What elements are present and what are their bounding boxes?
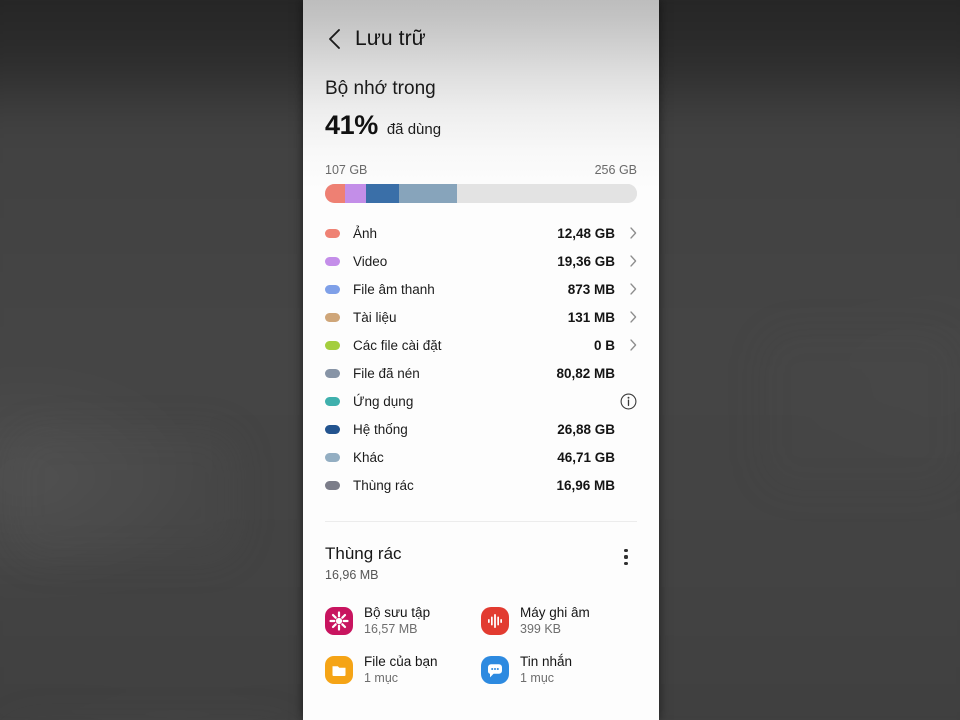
category-row[interactable]: Ảnh 12,48 GB bbox=[325, 219, 637, 247]
bar-segment-video bbox=[344, 184, 367, 203]
category-size: 19,36 GB bbox=[557, 253, 615, 269]
trash-app-item[interactable]: Tin nhắn 1 mục bbox=[481, 654, 637, 685]
voice-recorder-icon bbox=[481, 606, 509, 635]
trash-app-name: Bộ sưu tập bbox=[364, 605, 431, 620]
category-color-dot bbox=[325, 452, 340, 462]
category-color-dot bbox=[325, 368, 340, 378]
bar-segment-free bbox=[457, 184, 637, 203]
trash-app-text: File của bạn 1 mục bbox=[364, 654, 438, 685]
total-capacity: 256 GB bbox=[594, 163, 637, 177]
usage-percent-row: 41% đã dùng bbox=[325, 110, 637, 141]
category-row[interactable]: Ứng dụng bbox=[325, 387, 637, 415]
kebab-menu-icon[interactable] bbox=[615, 544, 637, 570]
trash-app-detail: 1 mục bbox=[364, 671, 399, 685]
category-label: Thùng rác bbox=[353, 477, 414, 493]
trash-app-item[interactable]: Máy ghi âm 399 KB bbox=[481, 605, 637, 636]
category-label: Ảnh bbox=[353, 225, 378, 241]
my-files-icon bbox=[325, 655, 353, 684]
storage-summary: Bộ nhớ trong 41% đã dùng 107 GB 256 GB bbox=[303, 78, 659, 203]
chevron-right-icon bbox=[621, 283, 637, 295]
chevron-right-icon bbox=[621, 227, 637, 239]
category-size: 46,71 GB bbox=[557, 449, 615, 465]
app-bar: Lưu trữ bbox=[303, 0, 659, 78]
storage-heading: Bộ nhớ trong bbox=[325, 78, 436, 99]
phone-screen: Lưu trữ Bộ nhớ trong 41% đã dùng 107 GB … bbox=[303, 0, 659, 720]
category-size: 26,88 GB bbox=[557, 421, 615, 437]
category-row[interactable]: File âm thanh 873 MB bbox=[325, 275, 637, 303]
page-title: Lưu trữ bbox=[355, 27, 426, 50]
category-label: File đã nén bbox=[353, 365, 420, 381]
category-color-dot bbox=[325, 340, 340, 350]
trash-header: Thùng rác 16,96 MB bbox=[325, 544, 637, 582]
back-button[interactable] bbox=[321, 26, 347, 52]
category-size: 0 B bbox=[593, 337, 615, 353]
messages-icon bbox=[481, 655, 509, 684]
trash-subtitle: 16,96 MB bbox=[325, 568, 379, 582]
category-size: 80,82 MB bbox=[556, 365, 615, 381]
category-row[interactable]: Video 19,36 GB bbox=[325, 247, 637, 275]
info-icon[interactable] bbox=[615, 393, 637, 410]
trash-app-detail: 399 KB bbox=[520, 622, 562, 636]
category-row[interactable]: Khác 46,71 GB bbox=[325, 443, 637, 471]
category-label: File âm thanh bbox=[353, 281, 435, 297]
category-color-dot bbox=[325, 312, 340, 322]
category-label: Hệ thống bbox=[353, 421, 408, 437]
category-label: Các file cài đặt bbox=[353, 337, 442, 353]
category-color-dot bbox=[325, 480, 340, 490]
bar-segment-system bbox=[366, 184, 399, 203]
category-size: 131 MB bbox=[567, 309, 615, 325]
used-capacity: 107 GB bbox=[325, 163, 368, 177]
category-color-dot bbox=[325, 424, 340, 434]
chevron-right-icon bbox=[621, 255, 637, 267]
trash-app-name: Tin nhắn bbox=[520, 654, 573, 669]
trash-app-name: Máy ghi âm bbox=[520, 605, 590, 620]
category-row[interactable]: Thùng rác 16,96 MB bbox=[325, 471, 637, 499]
category-size: 12,48 GB bbox=[557, 225, 615, 241]
category-row[interactable]: Tài liệu 131 MB bbox=[325, 303, 637, 331]
storage-category-list: Ảnh 12,48 GB Video 19,36 GB File âm thanh 873… bbox=[303, 203, 659, 499]
trash-app-text: Tin nhắn 1 mục bbox=[520, 654, 572, 685]
storage-usage-bar bbox=[325, 184, 637, 203]
usage-percent: 41% bbox=[325, 110, 378, 140]
category-row[interactable]: Các file cài đặt 0 B bbox=[325, 331, 637, 359]
usage-percent-label: đã dùng bbox=[386, 121, 442, 138]
trash-app-detail: 16,57 MB bbox=[364, 622, 418, 636]
category-size: 873 MB bbox=[567, 281, 615, 297]
trash-app-item[interactable]: Bộ sưu tập 16,57 MB bbox=[325, 605, 481, 636]
category-color-dot bbox=[325, 284, 340, 294]
chevron-right-icon bbox=[621, 311, 637, 323]
bar-segment-photos bbox=[325, 184, 345, 203]
category-row[interactable]: File đã nén 80,82 MB bbox=[325, 359, 637, 387]
trash-app-item[interactable]: File của bạn 1 mục bbox=[325, 654, 481, 685]
category-row[interactable]: Hệ thống 26,88 GB bbox=[325, 415, 637, 443]
trash-app-grid: Bộ sưu tập 16,57 MB Máy ghi âm 399 KB File c… bbox=[325, 605, 637, 685]
category-label: Ứng dụng bbox=[353, 393, 414, 409]
category-label: Video bbox=[353, 253, 388, 269]
category-label: Khác bbox=[353, 449, 384, 465]
chevron-right-icon bbox=[621, 339, 637, 351]
trash-title: Thùng rác bbox=[325, 544, 402, 563]
category-size: 16,96 MB bbox=[556, 477, 615, 493]
trash-app-detail: 1 mục bbox=[520, 671, 555, 685]
trash-app-text: Bộ sưu tập 16,57 MB bbox=[364, 605, 430, 636]
category-label: Tài liệu bbox=[353, 309, 397, 325]
gallery-icon bbox=[325, 606, 353, 635]
chevron-left-icon bbox=[327, 28, 342, 50]
trash-app-text: Máy ghi âm 399 KB bbox=[520, 605, 590, 636]
trash-app-name: File của bạn bbox=[364, 654, 438, 669]
category-color-dot bbox=[325, 228, 340, 238]
category-color-dot bbox=[325, 256, 340, 266]
capacity-labels: 107 GB 256 GB bbox=[325, 163, 637, 177]
bar-segment-other bbox=[398, 184, 458, 203]
trash-section: Thùng rác 16,96 MB Bộ sưu tập 16,57 MB Máy… bbox=[303, 522, 659, 685]
category-color-dot bbox=[325, 396, 340, 406]
